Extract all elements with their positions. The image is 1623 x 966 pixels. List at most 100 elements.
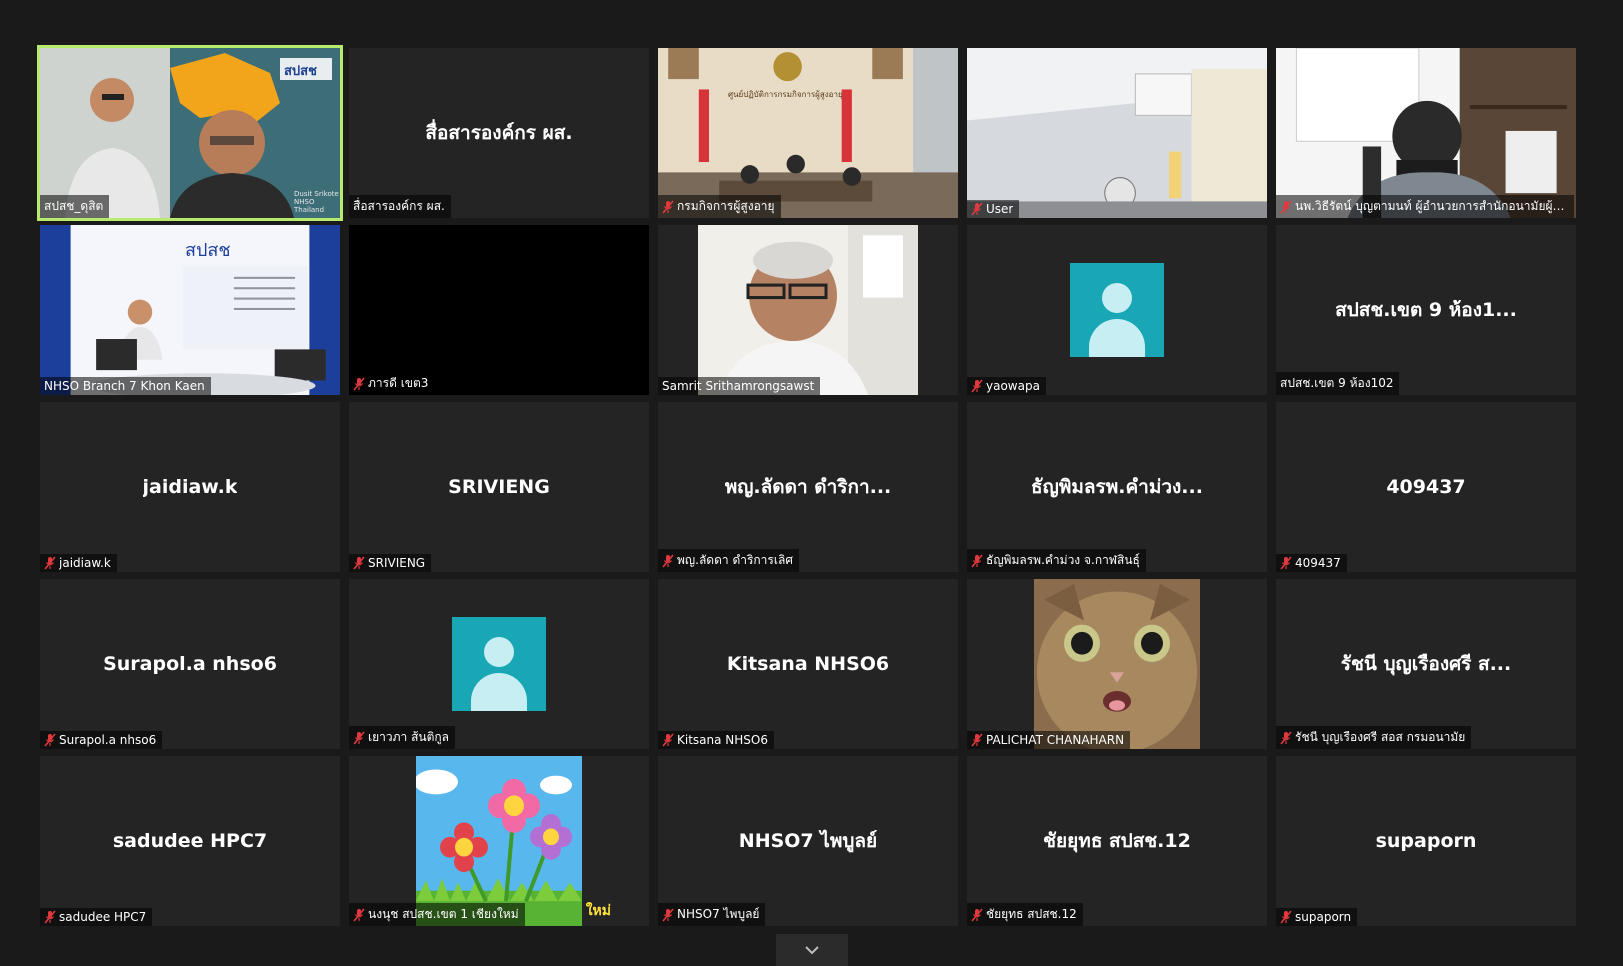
muted-mic-icon bbox=[971, 202, 983, 216]
muted-mic-icon bbox=[971, 733, 983, 747]
default-avatar-icon bbox=[452, 617, 546, 711]
brand-sub: NHSO Thailand bbox=[294, 198, 325, 214]
muted-mic-icon bbox=[353, 376, 365, 391]
participant-name: jaidiaw.k bbox=[59, 556, 111, 570]
participant-name: User bbox=[986, 202, 1014, 216]
participant-name-label: User bbox=[967, 200, 1020, 218]
participant-name: Surapol.a nhso6 bbox=[59, 733, 157, 747]
participant-tile[interactable]: ชัยยุทธ สปสช.12 ชัยยุทธ สปสช.12 bbox=[967, 756, 1267, 926]
participant-tile[interactable]: พญ.ลัดดา ดำริกา... พญ.ลัดดา ดำริการเลิศ bbox=[658, 402, 958, 572]
participant-tile[interactable]: 409437 409437 bbox=[1276, 402, 1576, 572]
overlay-text: ใหม่ bbox=[585, 903, 611, 919]
logo-text: สปสช bbox=[284, 64, 317, 79]
participant-name-label: ชัยยุทธ สปสช.12 bbox=[967, 903, 1083, 926]
participant-name-label: Samrit Srithamrongsawst bbox=[658, 377, 821, 395]
participant-tile[interactable]: ใหม่ นงนุช สปสช.เขต 1 เชียงใหม่ bbox=[349, 756, 649, 926]
participant-display-name: Surapol.a nhso6 bbox=[103, 653, 277, 675]
scroll-down-button[interactable] bbox=[776, 934, 848, 966]
muted-mic-icon bbox=[1280, 910, 1292, 924]
participant-tile[interactable]: รัชนี บุญเรืองศรี ส... รัชนี บุญเรืองศรี… bbox=[1276, 579, 1576, 749]
participant-tile[interactable]: สปสช.เขต 9 ห้อง1... สปสช.เขต 9 ห้อง102 bbox=[1276, 225, 1576, 395]
participant-tile[interactable]: สปสช Dusit Srikote NHSO Thailand สปสช_ดุ… bbox=[37, 45, 343, 221]
participant-display-name: รัชนี บุญเรืองศรี ส... bbox=[1340, 653, 1512, 675]
participant-name-label: SRIVIENG bbox=[349, 554, 432, 572]
participant-tile[interactable]: ภารดี เขต3 bbox=[349, 225, 649, 395]
participant-tile[interactable]: Kitsana NHSO6 Kitsana NHSO6 bbox=[658, 579, 958, 749]
participant-name: NHSO Branch 7 Khon Kaen bbox=[44, 379, 205, 393]
muted-mic-icon bbox=[1280, 730, 1292, 745]
video-feed: ใหม่ bbox=[349, 756, 649, 926]
muted-mic-icon bbox=[44, 733, 56, 747]
participant-name: นพ.วิธีรัตน์ บุญตามนท์ ผู้อำนวยการสำนักอ… bbox=[1295, 199, 1568, 213]
participant-name: ภารดี เขต3 bbox=[368, 376, 429, 390]
muted-mic-icon bbox=[1280, 556, 1292, 570]
participant-tile[interactable]: นพ.วิธีรัตน์ บุญตามนท์ ผู้อำนวยการสำนักอ… bbox=[1276, 48, 1576, 218]
participant-name-label: sadudee HPC7 bbox=[40, 908, 153, 926]
participant-tile[interactable]: Samrit Srithamrongsawst bbox=[658, 225, 958, 395]
participant-tile[interactable]: Surapol.a nhso6 Surapol.a nhso6 bbox=[40, 579, 340, 749]
participant-display-name: SRIVIENG bbox=[448, 476, 550, 498]
participant-name: กรมกิจการผู้สูงอายุ bbox=[677, 199, 775, 213]
participant-name: สื่อสารองค์กร ผส. bbox=[353, 199, 445, 213]
participant-display-name: สปสช.เขต 9 ห้อง1... bbox=[1335, 299, 1517, 321]
participant-tile[interactable]: ธัญพิมลรพ.คำม่วง... ธัญพิมลรพ.คำม่วง จ.ก… bbox=[967, 402, 1267, 572]
participant-name-label: นพ.วิธีรัตน์ บุญตามนท์ ผู้อำนวยการสำนักอ… bbox=[1276, 195, 1574, 218]
participant-name: ธัญพิมลรพ.คำม่วง จ.กาฬสินธุ์ bbox=[986, 553, 1140, 567]
participant-name-label: สปสช_ดุสิต bbox=[40, 195, 110, 218]
participant-tile[interactable]: sadudee HPC7 sadudee HPC7 bbox=[40, 756, 340, 926]
participant-display-name: 409437 bbox=[1386, 476, 1466, 498]
participant-name-label: นงนุช สปสช.เขต 1 เชียงใหม่ bbox=[349, 903, 525, 926]
video-feed bbox=[967, 579, 1267, 749]
participant-display-name: NHSO7 ไพบูลย์ bbox=[738, 830, 878, 852]
participant-name-label: สปสช.เขต 9 ห้อง102 bbox=[1276, 372, 1400, 395]
participant-name: 409437 bbox=[1295, 556, 1341, 570]
logo-text: สปสช bbox=[185, 240, 231, 261]
participant-name: สปสช.เขต 9 ห้อง102 bbox=[1280, 376, 1394, 390]
participant-tile[interactable]: สื่อสารองค์กร ผส. สื่อสารองค์กร ผส. bbox=[349, 48, 649, 218]
participant-tile[interactable]: supaporn supaporn bbox=[1276, 756, 1576, 926]
muted-mic-icon bbox=[353, 556, 365, 570]
participant-display-name: supaporn bbox=[1375, 830, 1477, 852]
participant-tile[interactable]: SRIVIENG SRIVIENG bbox=[349, 402, 649, 572]
participant-tile[interactable]: ศูนย์ปฏิบัติการกรมกิจการผู้สูงอายุ กรมกิ… bbox=[658, 48, 958, 218]
participant-name: Samrit Srithamrongsawst bbox=[662, 379, 815, 393]
participant-name-label: Kitsana NHSO6 bbox=[658, 731, 774, 749]
default-avatar-icon bbox=[1070, 263, 1164, 357]
participant-name-label: สื่อสารองค์กร ผส. bbox=[349, 195, 451, 218]
muted-mic-icon bbox=[353, 907, 365, 922]
participant-tile[interactable]: สปสช NHSO Branch 7 Khon Kaen bbox=[40, 225, 340, 395]
participant-tile[interactable]: yaowapa bbox=[967, 225, 1267, 395]
participant-tile[interactable]: User bbox=[967, 48, 1267, 218]
muted-mic-icon bbox=[353, 730, 365, 745]
participant-display-name: ธัญพิมลรพ.คำม่วง... bbox=[1031, 476, 1203, 498]
muted-mic-icon bbox=[662, 199, 674, 214]
participant-name-label: ภารดี เขต3 bbox=[349, 372, 435, 395]
participant-name: sadudee HPC7 bbox=[59, 910, 147, 924]
participant-name: supaporn bbox=[1295, 910, 1352, 924]
participant-name: ชัยยุทธ สปสช.12 bbox=[986, 907, 1077, 921]
room-sign: ศูนย์ปฏิบัติการกรมกิจการผู้สูงอายุ bbox=[728, 90, 843, 99]
participant-tile[interactable]: เยาวภา ส้นติกูล bbox=[349, 579, 649, 749]
participant-name: PALICHAT CHANAHARN bbox=[986, 733, 1125, 747]
video-feed: ศูนย์ปฏิบัติการกรมกิจการผู้สูงอายุ bbox=[658, 48, 958, 218]
participant-name: yaowapa bbox=[986, 379, 1040, 393]
participant-name-label: yaowapa bbox=[967, 377, 1046, 395]
participant-tile[interactable]: PALICHAT CHANAHARN bbox=[967, 579, 1267, 749]
participant-name: Kitsana NHSO6 bbox=[677, 733, 768, 747]
participant-name-label: NHSO7 ไพบูลย์ bbox=[658, 903, 766, 926]
video-feed bbox=[658, 225, 958, 395]
participant-name-label: 409437 bbox=[1276, 554, 1347, 572]
muted-mic-icon bbox=[1280, 199, 1292, 214]
participant-name: นงนุช สปสช.เขต 1 เชียงใหม่ bbox=[368, 907, 519, 921]
participant-tile[interactable]: NHSO7 ไพบูลย์ NHSO7 ไพบูลย์ bbox=[658, 756, 958, 926]
participant-name-label: ธัญพิมลรพ.คำม่วง จ.กาฬสินธุ์ bbox=[967, 549, 1146, 572]
chevron-down-icon bbox=[805, 946, 819, 955]
participant-name-label: พญ.ลัดดา ดำริการเลิศ bbox=[658, 549, 799, 572]
muted-mic-icon bbox=[662, 733, 674, 747]
participant-tile[interactable]: jaidiaw.k jaidiaw.k bbox=[40, 402, 340, 572]
brand-name: Dusit Srikote bbox=[294, 190, 339, 198]
participant-display-name: สื่อสารองค์กร ผส. bbox=[425, 122, 573, 144]
participant-name-label: Surapol.a nhso6 bbox=[40, 731, 163, 749]
muted-mic-icon bbox=[662, 907, 674, 922]
participant-name: SRIVIENG bbox=[368, 556, 426, 570]
